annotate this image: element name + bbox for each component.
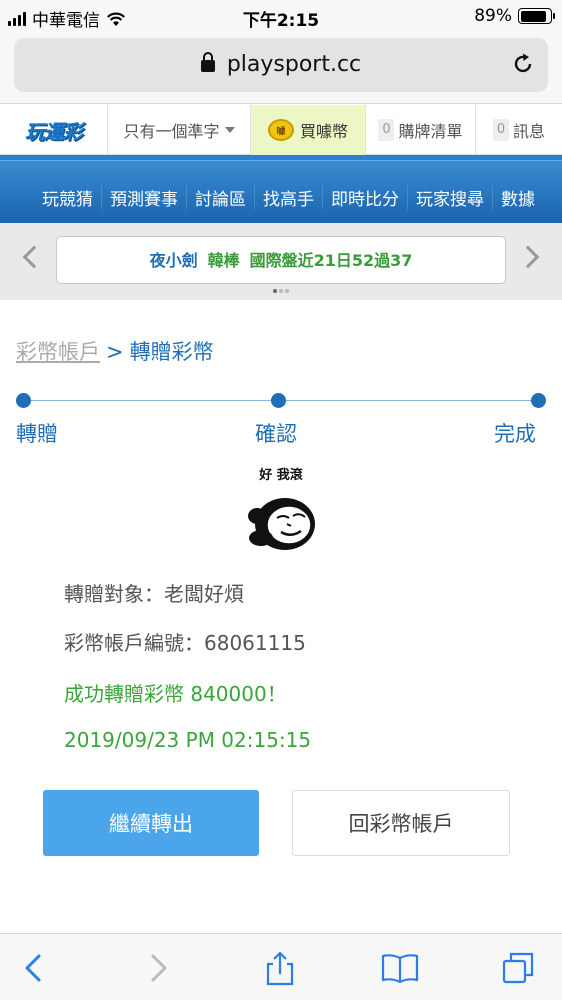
step-dot-2 <box>271 393 286 408</box>
cart-link[interactable]: 0 購牌清單 <box>366 105 476 155</box>
breadcrumb-root-link[interactable]: 彩幣帳戶 <box>16 340 100 364</box>
bookmarks-icon[interactable] <box>380 950 420 986</box>
back-icon[interactable] <box>16 950 52 986</box>
panda-meme-icon <box>248 498 315 550</box>
nav-item-data[interactable]: 數據 <box>493 185 543 210</box>
account-number: 彩幣帳戶編號：68061115 <box>64 631 306 655</box>
ticker-record: 國際盤近21日52過37 <box>249 251 413 270</box>
nav-item-forum[interactable]: 討論區 <box>187 185 255 210</box>
step-dot-3 <box>531 393 546 408</box>
browser-chrome: playsport.cc <box>0 32 562 104</box>
tabs-icon[interactable] <box>500 950 536 986</box>
page: 中華電信 下午2:15 89% playsport.cc 玩運彩 只有一個準字 … <box>0 0 562 1000</box>
nav-item-livescore[interactable]: 即時比分 <box>323 185 408 210</box>
step-dot-1 <box>16 393 31 408</box>
msg-count-badge: 0 <box>492 119 509 141</box>
main-nav: 玩競猜 預測賽事 討論區 找高手 即時比分 玩家搜尋 數據 <box>0 155 562 223</box>
chevron-left-icon[interactable] <box>22 245 46 269</box>
coin-icon: 噱 <box>267 119 294 141</box>
nav-item-player-search[interactable]: 玩家搜尋 <box>408 185 493 210</box>
url-text: playsport.cc <box>226 52 362 77</box>
meme-image: 好 我滾 <box>237 462 325 558</box>
reload-icon[interactable] <box>510 51 536 77</box>
user-menu[interactable]: 只有一個準字 <box>108 105 251 155</box>
share-icon[interactable] <box>262 950 298 986</box>
breadcrumb-current: 轉贈彩幣 <box>129 340 214 364</box>
cart-label: 購牌清單 <box>398 122 463 141</box>
battery-icon <box>518 8 555 24</box>
ticker-team: 韓棒 <box>207 251 240 270</box>
transfer-datetime: 2019/09/23 PM 02:15:15 <box>64 728 312 752</box>
browser-toolbar <box>0 933 562 1000</box>
address-bar[interactable]: playsport.cc <box>14 38 548 92</box>
status-right: 89% <box>474 6 555 26</box>
meme-caption: 好 我滾 <box>259 468 303 483</box>
messages-link[interactable]: 0 訊息 <box>476 105 562 155</box>
ticker-carousel: 夜小劍 韓棒 國際盤近21日52過37 <box>0 223 562 300</box>
nav-item-guess[interactable]: 玩競猜 <box>34 185 102 210</box>
carousel-dots <box>273 289 289 293</box>
progress-steps: 轉贈 確認 完成 <box>0 390 562 450</box>
cart-count-badge: 0 <box>378 119 395 141</box>
step-label-confirm: 確認 <box>255 422 297 446</box>
forward-icon[interactable] <box>140 950 176 986</box>
site-logo[interactable]: 玩運彩 <box>0 105 108 155</box>
buy-coins-label: 買噱幣 <box>299 122 348 141</box>
messages-label: 訊息 <box>512 122 545 141</box>
continue-transfer-button[interactable]: 繼續轉出 <box>43 790 259 856</box>
status-bar: 中華電信 下午2:15 89% <box>0 0 562 32</box>
ticker-item[interactable]: 夜小劍 韓棒 國際盤近21日52過37 <box>56 236 506 284</box>
ticker-player: 夜小劍 <box>149 251 198 270</box>
step-label-transfer: 轉贈 <box>16 422 58 446</box>
back-to-account-button[interactable]: 回彩幣帳戶 <box>292 790 510 856</box>
transfer-target: 轉贈對象：老闆好煩 <box>64 582 244 606</box>
username: 只有一個準字 <box>123 122 220 141</box>
buy-coins-button[interactable]: 噱 買噱幣 <box>251 105 366 155</box>
battery-percent: 89% <box>474 6 512 26</box>
success-message: 成功轉贈彩幣 840000！ <box>64 682 287 706</box>
breadcrumb-separator: > <box>106 340 124 364</box>
nav-item-experts[interactable]: 找高手 <box>255 185 323 210</box>
step-label-done: 完成 <box>494 422 536 446</box>
site-header: 玩運彩 只有一個準字 噱 買噱幣 0 購牌清單 0 訊息 <box>0 105 562 155</box>
chevron-right-icon[interactable] <box>516 245 540 269</box>
breadcrumb: 彩幣帳戶 > 轉贈彩幣 <box>16 336 214 366</box>
nav-item-predict[interactable]: 預測賽事 <box>102 185 187 210</box>
lock-icon <box>200 52 215 72</box>
caret-down-icon <box>224 127 235 133</box>
